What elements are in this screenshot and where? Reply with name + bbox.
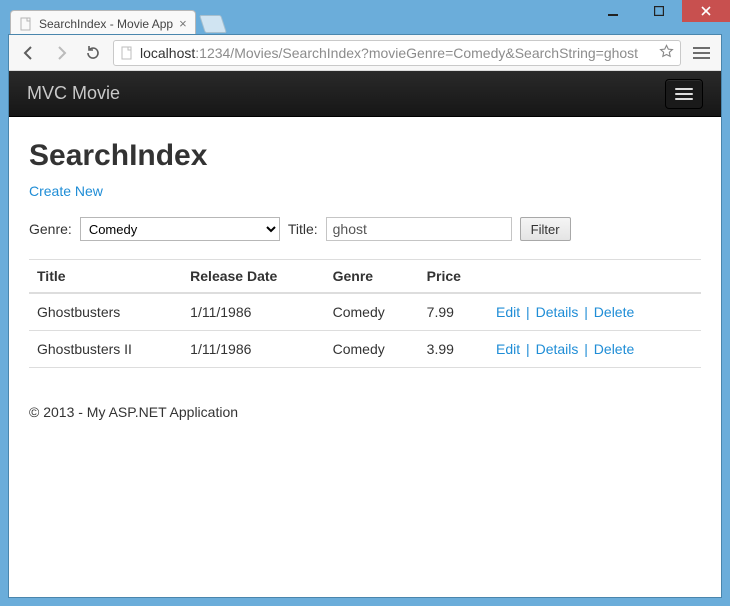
search-form: Genre: Comedy Title: Filter (29, 217, 701, 241)
separator: | (520, 304, 535, 320)
table-header-row: Title Release Date Genre Price (29, 260, 701, 294)
browser-tab-title: SearchIndex - Movie App (39, 17, 173, 31)
browser-menu-button[interactable] (689, 41, 713, 65)
movies-table: Title Release Date Genre Price Ghostbust… (29, 259, 701, 368)
title-input[interactable] (326, 217, 512, 241)
title-label: Title: (288, 221, 318, 237)
browser-toolbar: localhost:1234/Movies/SearchIndex?movieG… (9, 35, 721, 71)
details-link[interactable]: Details (536, 304, 579, 320)
page-favicon-icon (19, 17, 33, 31)
page-content: SearchIndex Create New Genre: Comedy Tit… (9, 117, 721, 380)
bookmark-star-icon[interactable] (659, 44, 674, 62)
separator: | (520, 341, 535, 357)
navbar-toggle-button[interactable] (665, 79, 703, 109)
window-minimize-button[interactable] (590, 0, 636, 22)
url-host: localhost (140, 45, 195, 61)
hamburger-line-icon (675, 88, 693, 90)
app-window: SearchIndex - Movie App × localhost:1234… (0, 0, 730, 606)
forward-button[interactable] (49, 41, 73, 65)
filter-button[interactable]: Filter (520, 217, 571, 241)
col-genre: Genre (325, 260, 419, 294)
page-footer: © 2013 - My ASP.NET Application (9, 380, 721, 430)
table-row: Ghostbusters 1/11/1986 Comedy 7.99 Edit … (29, 293, 701, 331)
cell-title: Ghostbusters (29, 293, 182, 331)
separator: | (578, 304, 593, 320)
site-navbar: MVC Movie (9, 71, 721, 117)
cell-actions: Edit | Details | Delete (488, 293, 701, 331)
col-actions (488, 260, 701, 294)
cell-release: 1/11/1986 (182, 293, 324, 331)
page-title: SearchIndex (29, 139, 701, 173)
url-text: localhost:1234/Movies/SearchIndex?movieG… (140, 45, 653, 61)
browser-client: localhost:1234/Movies/SearchIndex?movieG… (8, 34, 722, 598)
page-icon (120, 46, 134, 60)
cell-actions: Edit | Details | Delete (488, 331, 701, 368)
new-tab-button[interactable] (199, 15, 227, 33)
cell-price: 7.99 (419, 293, 488, 331)
page-body: MVC Movie SearchIndex Create New Genre: … (9, 71, 721, 597)
window-close-button[interactable] (682, 0, 730, 22)
details-link[interactable]: Details (536, 341, 579, 357)
edit-link[interactable]: Edit (496, 341, 520, 357)
url-path: :1234/Movies/SearchIndex?movieGenre=Come… (195, 45, 638, 61)
genre-label: Genre: (29, 221, 72, 237)
cell-genre: Comedy (325, 293, 419, 331)
navbar-brand[interactable]: MVC Movie (27, 83, 120, 104)
edit-link[interactable]: Edit (496, 304, 520, 320)
delete-link[interactable]: Delete (594, 341, 634, 357)
tab-close-icon[interactable]: × (179, 17, 187, 30)
hamburger-line-icon (675, 98, 693, 100)
create-new-link[interactable]: Create New (29, 183, 103, 199)
cell-title: Ghostbusters II (29, 331, 182, 368)
window-maximize-button[interactable] (636, 0, 682, 22)
address-bar[interactable]: localhost:1234/Movies/SearchIndex?movieG… (113, 40, 681, 66)
col-release: Release Date (182, 260, 324, 294)
cell-release: 1/11/1986 (182, 331, 324, 368)
browser-tabstrip: SearchIndex - Movie App × (10, 8, 224, 36)
footer-text: © 2013 - My ASP.NET Application (29, 404, 238, 420)
col-title: Title (29, 260, 182, 294)
cell-price: 3.99 (419, 331, 488, 368)
cell-genre: Comedy (325, 331, 419, 368)
separator: | (578, 341, 593, 357)
delete-link[interactable]: Delete (594, 304, 634, 320)
hamburger-line-icon (675, 93, 693, 95)
back-button[interactable] (17, 41, 41, 65)
table-row: Ghostbusters II 1/11/1986 Comedy 3.99 Ed… (29, 331, 701, 368)
reload-button[interactable] (81, 41, 105, 65)
col-price: Price (419, 260, 488, 294)
browser-tab[interactable]: SearchIndex - Movie App × (10, 10, 196, 36)
genre-select[interactable]: Comedy (80, 217, 280, 241)
